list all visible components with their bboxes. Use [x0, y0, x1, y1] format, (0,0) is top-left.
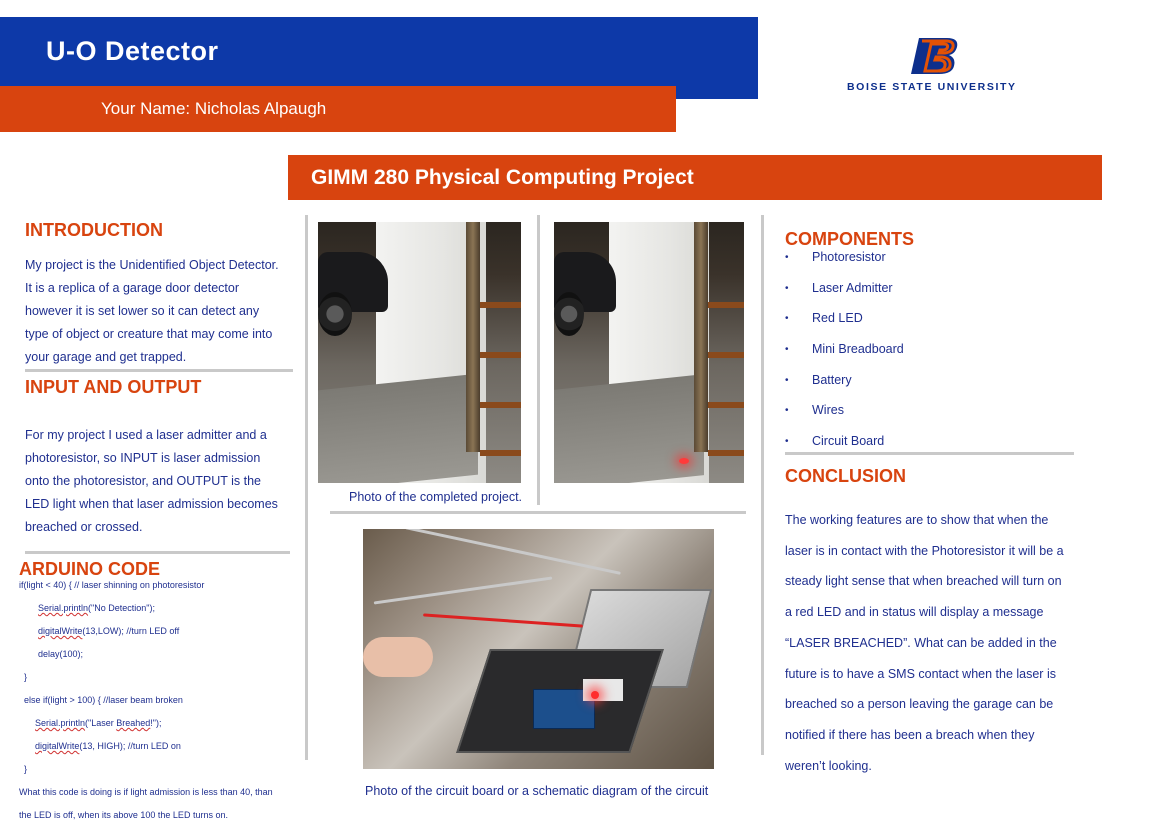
arduino-code-heading: ARDUINO CODE	[19, 559, 161, 579]
code-explanation: What this code is doing is if light admi…	[19, 787, 273, 797]
introduction-heading: INTRODUCTION	[25, 220, 163, 240]
bullet: •	[785, 313, 789, 324]
code-token: digitalWrite	[38, 626, 83, 636]
code-token: (13, HIGH); //turn LED on	[79, 741, 181, 751]
code-line: if(light < 40) { // laser shinning on ph…	[19, 580, 205, 590]
text-line: your garage and get trapped.	[25, 350, 187, 364]
university-name: BOISE STATE UNIVERSITY	[847, 81, 1017, 93]
text-line: however it is set lower so it can detect…	[25, 304, 260, 318]
project-photo-laser-on	[554, 222, 744, 483]
text-line: It is a replica of a garage door detecto…	[25, 281, 240, 295]
code-line: Serial.println("Laser Breahed!");	[35, 718, 161, 728]
text-line: photoresistor, so INPUT is laser admissi…	[25, 451, 261, 465]
bullet: •	[785, 344, 789, 355]
conclusion-text: The working features are to show that wh…	[785, 505, 1105, 781]
text-line: For my project I used a laser admitter a…	[25, 428, 267, 442]
text-line: “LASER BREACHED”. What can be added in t…	[785, 635, 1057, 650]
boise-state-b-logo	[911, 38, 958, 74]
text-line: breached or crossed.	[25, 520, 143, 534]
code-token: Breahed	[116, 718, 151, 728]
list-item: Battery	[812, 373, 852, 387]
text-line: type of object or creature that may come…	[25, 327, 273, 341]
divider	[25, 369, 293, 372]
column-divider	[537, 215, 540, 505]
column-divider	[761, 215, 764, 755]
code-line: digitalWrite(13, HIGH); //turn LED on	[35, 741, 181, 751]
course-title: GIMM 280 Physical Computing Project	[311, 166, 694, 189]
text-line: breached so a person leaving the garage …	[785, 697, 1054, 712]
column-divider	[305, 215, 308, 760]
code-token: Serial.println	[38, 603, 89, 613]
code-token: Serial.println	[35, 718, 86, 728]
code-token: ("Laser	[85, 718, 117, 728]
text-line: a red LED and in status will display a m…	[785, 605, 1044, 620]
conclusion-heading: CONCLUSION	[785, 466, 906, 486]
code-line: delay(100);	[38, 649, 84, 659]
divider	[785, 452, 1074, 455]
input-output-text: For my project I used a laser admitter a…	[25, 424, 295, 539]
text-line: My project is the Unidentified Object De…	[25, 258, 279, 272]
bullet: •	[785, 375, 789, 386]
list-item: Red LED	[812, 311, 863, 325]
divider	[330, 511, 746, 514]
list-item: Mini Breadboard	[812, 342, 904, 356]
text-line: future is to have a SMS contact when the…	[785, 666, 1056, 681]
text-line: notified if there has been a breach when…	[785, 727, 1035, 742]
circuit-photo-caption: Photo of the circuit board or a schemati…	[365, 784, 709, 798]
list-item: Wires	[812, 403, 844, 417]
poster-title: U-O Detector	[46, 36, 219, 66]
introduction-text: My project is the Unidentified Object De…	[25, 254, 295, 369]
components-heading: COMPONENTS	[785, 229, 915, 249]
bullet: •	[785, 436, 789, 447]
text-line: The working features are to show that wh…	[785, 513, 1049, 527]
code-line: else if(light > 100) { //laser beam brok…	[24, 695, 183, 705]
code-line: digitalWrite(13,LOW); //turn LED off	[38, 626, 179, 636]
circuit-board-photo	[363, 529, 714, 769]
divider	[25, 551, 290, 554]
text-line: steady light sense that when breached wi…	[785, 574, 1062, 589]
code-token: digitalWrite	[35, 741, 80, 751]
text-line: weren’t looking.	[785, 758, 872, 773]
code-token: !");	[150, 718, 162, 728]
list-item: Laser Admitter	[812, 281, 893, 295]
bullet: •	[785, 252, 789, 263]
bullet: •	[785, 283, 789, 294]
completed-project-caption: Photo of the completed project.	[349, 490, 523, 504]
code-line: }	[24, 764, 28, 774]
list-item: Circuit Board	[812, 434, 885, 448]
code-token: (13,LOW); //turn LED off	[82, 626, 180, 636]
input-output-heading: INPUT AND OUTPUT	[25, 377, 202, 397]
text-line: laser is in contact with the Photoresist…	[785, 543, 1064, 558]
bullet: •	[785, 405, 789, 416]
code-line: }	[24, 672, 28, 682]
text-line: LED light when that laser admission beco…	[25, 497, 278, 511]
list-item: Photoresistor	[812, 250, 886, 264]
code-explanation: the LED is off, when its above 100 the L…	[19, 810, 228, 820]
project-photo-laser-off	[318, 222, 521, 483]
code-line: Serial.println("No Detection");	[38, 603, 155, 613]
code-token: ("No Detection");	[88, 603, 155, 613]
text-line: onto the photoresistor, and OUTPUT is th…	[25, 474, 262, 488]
author-name: Your Name: Nicholas Alpaugh	[101, 99, 327, 118]
